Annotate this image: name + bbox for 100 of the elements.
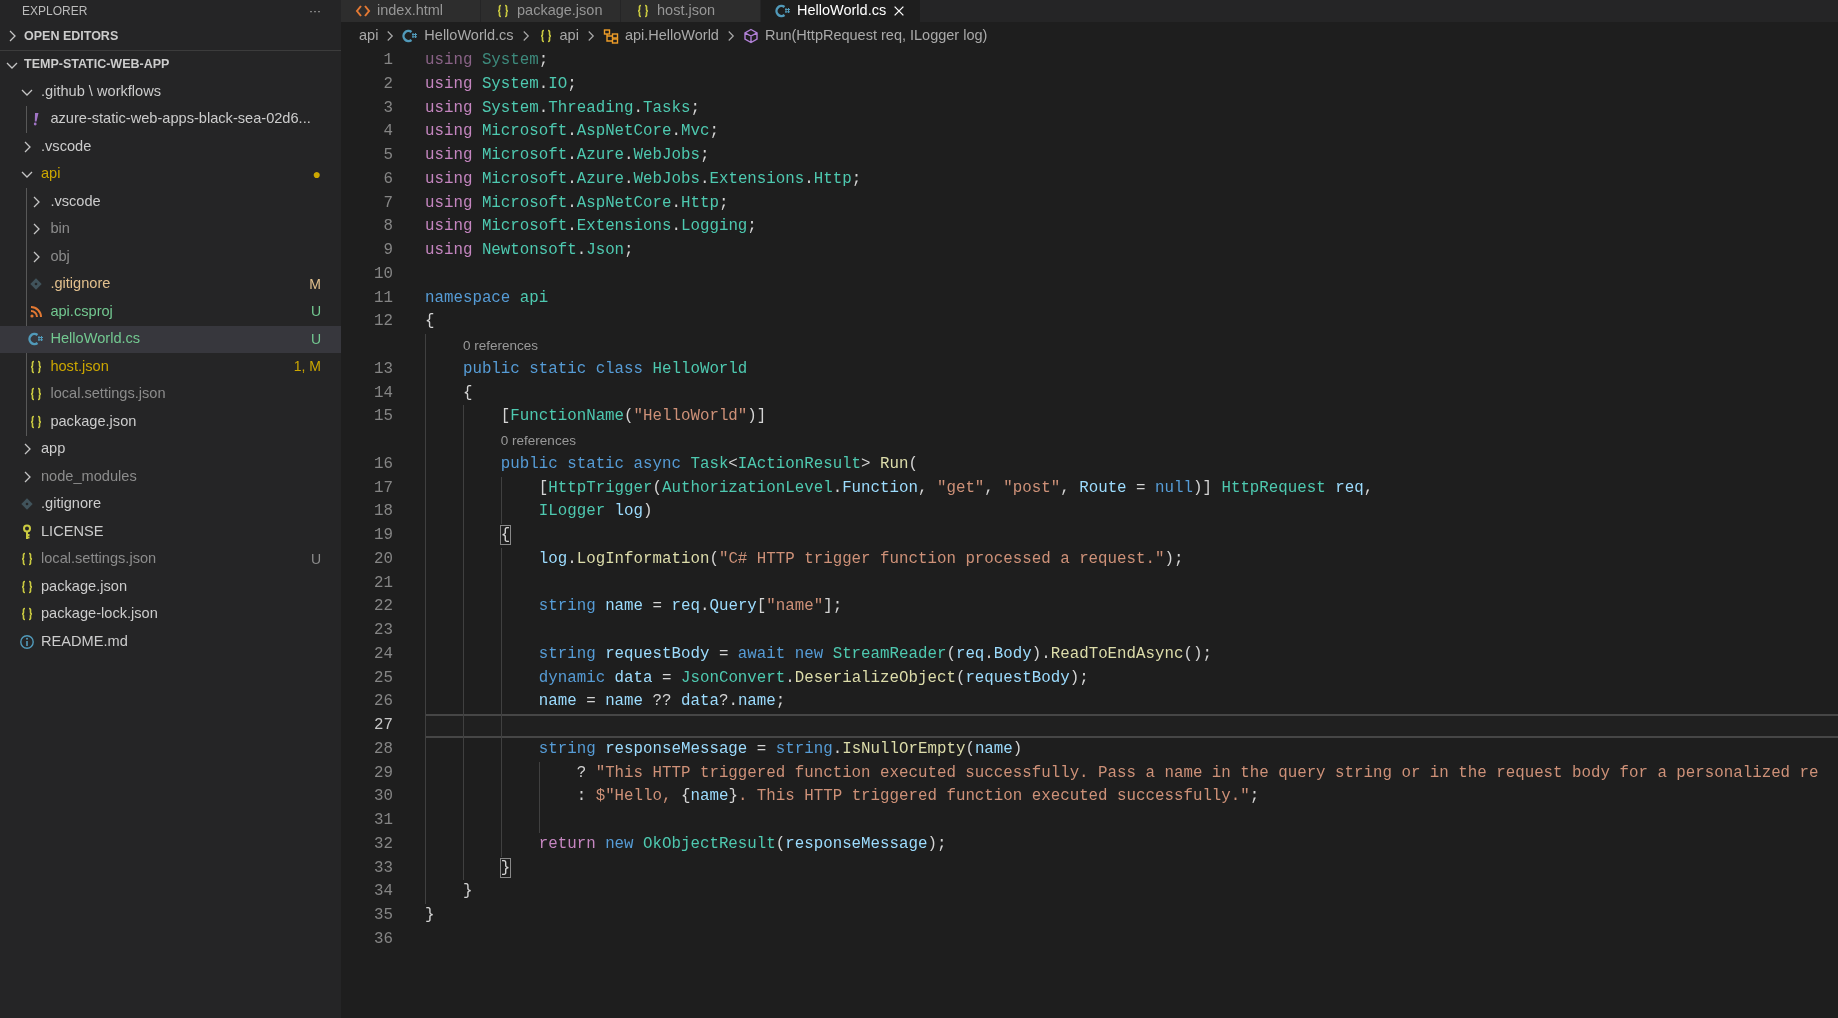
line-number: 36: [373, 928, 394, 950]
file-item[interactable]: package.json: [0, 573, 341, 601]
breadcrumb-item[interactable]: api: [359, 24, 379, 47]
line-number: 10: [373, 263, 394, 285]
code-line: string requestBody = await new StreamReader(req.Body).ReadToEndAsync();: [538, 643, 1212, 665]
folder-item[interactable]: .github \ workflows: [0, 78, 341, 106]
editor-tab[interactable]: package.json: [481, 0, 621, 22]
folder-item[interactable]: .vscode: [0, 133, 341, 161]
code-line: namespace api: [425, 287, 549, 309]
line-number: 23: [373, 620, 394, 642]
folder-item[interactable]: api ●: [0, 160, 341, 188]
file-item[interactable]: local.settings.json U: [0, 545, 341, 573]
folder-item[interactable]: bin: [0, 215, 341, 243]
line-number: 24: [373, 643, 394, 665]
section-header[interactable]: OPEN EDITORS: [0, 22, 341, 50]
line-number: 15: [373, 406, 394, 428]
code-line: public static class HelloWorld: [462, 358, 748, 380]
line-number: 16: [373, 453, 394, 475]
more-actions-button[interactable]: ···: [309, 2, 321, 20]
codelens-link[interactable]: 0 references: [500, 430, 576, 451]
file-item[interactable]: package-lock.json: [0, 600, 341, 628]
csharp-icon: [28, 331, 45, 348]
line-number: 29: [373, 762, 394, 784]
file-item[interactable]: .gitignore M: [0, 270, 341, 298]
line-number: 12: [373, 311, 394, 333]
code-line: using Microsoft.AspNetCore.Mvc;: [425, 121, 719, 143]
code-line: ILogger log): [538, 501, 653, 523]
git-status-label: U: [310, 329, 321, 349]
code-line: using Newtonsoft.Json;: [425, 240, 634, 262]
code-line: {: [500, 525, 511, 547]
line-number: 3: [382, 97, 394, 119]
breadcrumb-item[interactable]: HelloWorld.cs: [424, 24, 514, 47]
line-number: 34: [373, 881, 394, 903]
line-number: 21: [373, 572, 394, 594]
line-number: 4: [382, 121, 394, 143]
section-header[interactable]: TEMP-STATIC-WEB-APP: [0, 50, 341, 78]
line-number: 9: [382, 240, 394, 262]
code-line: name = name ?? data?.name;: [538, 691, 786, 713]
line-number: 35: [373, 905, 394, 927]
code-line: using Microsoft.Azure.WebJobs;: [425, 145, 710, 167]
code-line: }: [425, 905, 435, 927]
file-item[interactable]: api.csproj U: [0, 298, 341, 326]
file-item[interactable]: HelloWorld.cs U: [0, 325, 341, 353]
file-item[interactable]: LICENSE: [0, 518, 341, 546]
code-line: return new OkObjectResult(responseMessage);: [538, 833, 947, 855]
folder-item[interactable]: obj: [0, 243, 341, 271]
git-status-label: 1, M: [293, 357, 321, 377]
code-line: : $"Hello, {name}. This HTTP triggered function executed successfully.";: [576, 786, 1260, 808]
code-line: string name = req.Query["name"];: [538, 596, 843, 618]
file-item[interactable]: local.settings.json: [0, 380, 341, 408]
line-number: 1: [382, 50, 394, 72]
braces-icon: [19, 606, 35, 623]
line-number: 5: [382, 145, 394, 167]
code-brackets-icon: [355, 3, 371, 19]
code-line: {: [462, 382, 473, 404]
line-number: 26: [373, 691, 394, 713]
file-item[interactable]: .gitignore: [0, 490, 341, 518]
code-line: [HttpTrigger(AuthorizationLevel.Function, "get", "post", Route = null)] HttpRequest req,: [538, 477, 1374, 499]
file-item[interactable]: azure-static-web-apps-black-sea-02d6...: [0, 105, 341, 133]
panel-title: EXPLORER: [22, 3, 88, 20]
code-line: [FunctionName("HelloWorld")]: [500, 406, 767, 428]
folder-item[interactable]: node_modules: [0, 463, 341, 491]
line-number: 30: [373, 786, 394, 808]
line-number: 6: [382, 168, 394, 190]
braces-icon: [19, 551, 35, 568]
folder-item[interactable]: app: [0, 435, 341, 463]
braces-icon: [495, 3, 511, 19]
line-number: 22: [373, 596, 394, 618]
cube-icon: [742, 27, 759, 44]
code-line: using System.IO;: [425, 73, 577, 95]
line-number: 14: [373, 382, 394, 404]
breadcrumb-item[interactable]: api.HelloWorld: [624, 24, 719, 47]
editor-tab[interactable]: index.html: [341, 0, 481, 22]
code-line: using Microsoft.Azure.WebJobs.Extensions.Http;: [425, 168, 862, 190]
folder-item[interactable]: .vscode: [0, 188, 341, 216]
code-line: using System;: [425, 50, 549, 72]
file-item[interactable]: README.md: [0, 628, 341, 656]
code-line: }: [500, 857, 511, 879]
line-number: 27: [373, 715, 394, 737]
breadcrumb-item[interactable]: Run(HttpRequest req, ILogger log): [764, 24, 988, 47]
line-number: 11: [373, 287, 394, 309]
braces-icon: [635, 3, 651, 19]
line-number: 31: [373, 810, 394, 832]
code-line: using Microsoft.Extensions.Logging;: [425, 216, 757, 238]
file-item[interactable]: package.json: [0, 408, 341, 436]
editor-tab[interactable]: host.json: [621, 0, 761, 22]
line-number: 19: [373, 525, 394, 547]
codelens-link[interactable]: 0 references: [462, 335, 538, 356]
editor-tab[interactable]: HelloWorld.cs: [761, 0, 922, 22]
line-number: 7: [382, 192, 394, 214]
breadcrumb-item[interactable]: api: [559, 24, 579, 47]
code-line: using System.Threading.Tasks;: [425, 97, 700, 119]
line-number: 18: [373, 501, 394, 523]
code-line: public static async Task<IActionResult> Run(: [500, 453, 918, 475]
git-status-label: ●: [312, 164, 321, 184]
git-status-label: U: [310, 302, 321, 322]
file-item[interactable]: host.json 1, M: [0, 353, 341, 381]
code-line: dynamic data = JsonConvert.DeserializeObject(requestBody);: [538, 667, 1089, 689]
code-line: ? "This HTTP triggered function executed successfully. Pass a name in the query string or in the request body for a personalized re: [576, 762, 1819, 784]
hierarchy-icon: [602, 27, 619, 44]
